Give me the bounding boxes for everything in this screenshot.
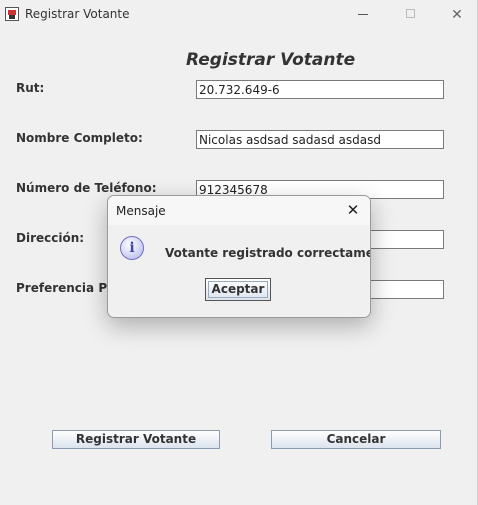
direccion-label: Dirección:: [16, 231, 85, 245]
dialog-message: Votante registrado correctamente: [165, 246, 370, 260]
title-bar: Registrar Votante ✕: [0, 0, 477, 30]
minimize-button[interactable]: [340, 0, 386, 30]
app-icon: [5, 7, 19, 21]
message-dialog: Mensaje ✕ i Votante registrado correctam…: [107, 195, 371, 318]
maximize-button[interactable]: [388, 0, 434, 30]
maximize-icon: [406, 9, 415, 18]
rut-label: Rut:: [16, 81, 45, 95]
accept-button[interactable]: Aceptar: [205, 278, 271, 301]
nombre-label: Nombre Completo:: [16, 131, 143, 145]
minimize-icon: [358, 14, 368, 15]
telefono-label: Número de Teléfono:: [16, 181, 157, 195]
accept-label: Aceptar: [211, 282, 265, 296]
form-title: Registrar Votante: [186, 50, 356, 70]
nombre-field[interactable]: Nicolas asdsad sadasd asdasd: [196, 130, 444, 149]
register-button[interactable]: Registrar Votante: [52, 430, 220, 449]
info-icon: i: [120, 236, 144, 260]
rut-field[interactable]: 20.732.649-6: [196, 80, 444, 99]
window-title: Registrar Votante: [25, 7, 130, 21]
cancel-button[interactable]: Cancelar: [271, 430, 441, 449]
dialog-title: Mensaje: [116, 204, 166, 218]
close-button[interactable]: ✕: [434, 0, 478, 30]
dialog-close-icon[interactable]: ✕: [343, 200, 363, 220]
dialog-title-bar: Mensaje ✕: [108, 196, 370, 225]
